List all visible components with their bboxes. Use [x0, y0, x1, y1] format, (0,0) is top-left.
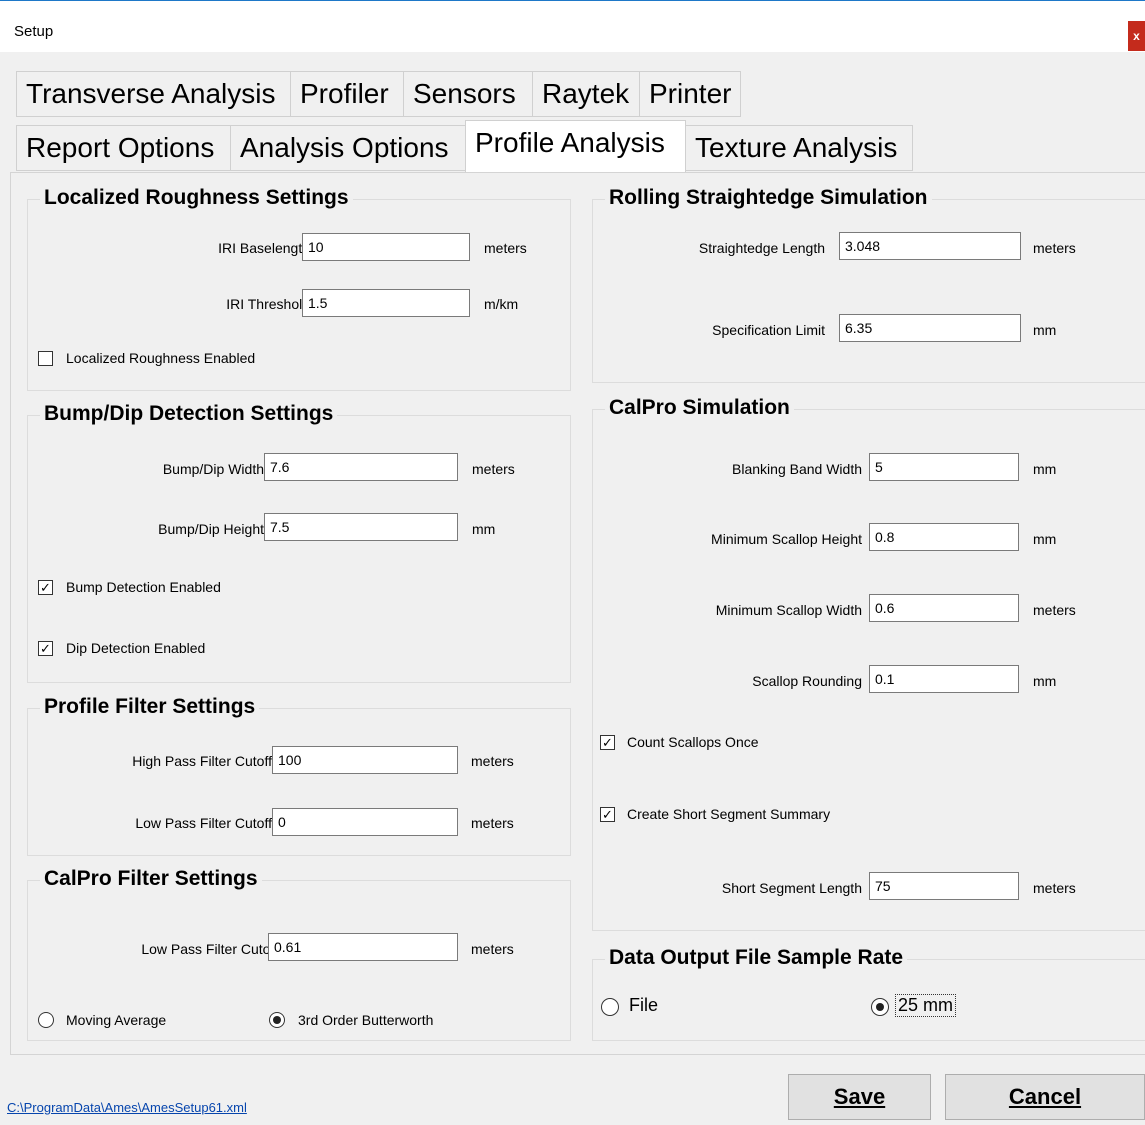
straightedge-length-unit: meters [1033, 240, 1076, 256]
calpro-low-pass-unit: meters [471, 941, 514, 957]
blanking-band-label: Blanking Band Width [732, 461, 862, 477]
check-icon: ✓ [602, 807, 613, 822]
dip-detection-label: Dip Detection Enabled [66, 640, 206, 656]
dip-detection-checkbox[interactable]: ✓ [38, 641, 53, 656]
calpro-low-pass-label: Low Pass Filter Cutoff [141, 941, 278, 957]
high-pass-input[interactable]: 100 [272, 746, 458, 774]
iri-baselength-input[interactable]: 10 [302, 233, 470, 261]
group-title: CalPro Simulation [605, 396, 794, 420]
tab-sensors[interactable]: Sensors [403, 71, 533, 117]
bump-dip-width-input[interactable]: 7.6 [264, 453, 458, 481]
tab-strip: Transverse Analysis Profiler Sensors Ray… [0, 52, 1145, 174]
setup-file-path-link[interactable]: C:\ProgramData\Ames\AmesSetup61.xml [7, 1100, 247, 1115]
low-pass-input[interactable]: 0 [272, 808, 458, 836]
file-radio[interactable] [601, 998, 619, 1016]
group-title: Data Output File Sample Rate [605, 946, 908, 970]
tab-analysis-options[interactable]: Analysis Options [230, 125, 466, 171]
straightedge-length-label: Straightedge Length [698, 240, 825, 256]
tab-printer[interactable]: Printer [639, 71, 741, 117]
tab-raytek[interactable]: Raytek [532, 71, 640, 117]
bump-dip-height-label: Bump/Dip Height [158, 521, 264, 537]
check-icon: ✓ [40, 641, 51, 656]
butterworth-label: 3rd Order Butterworth [298, 1012, 434, 1028]
iri-baselength-label: IRI Baselength [218, 240, 310, 256]
calpro-simulation-group: CalPro Simulation Blanking Band Width 5 … [592, 396, 1145, 931]
min-scallop-width-unit: meters [1033, 602, 1076, 618]
min-scallop-width-label: Minimum Scallop Width [715, 602, 862, 618]
min-scallop-height-input[interactable]: 0.8 [869, 523, 1019, 551]
spec-limit-unit: mm [1033, 322, 1057, 338]
localized-roughness-label: Localized Roughness Enabled [66, 350, 256, 366]
file-radio-label: File [629, 995, 659, 1015]
close-icon: x [1133, 29, 1140, 43]
group-title: Localized Roughness Settings [40, 186, 353, 210]
localized-roughness-group: Localized Roughness Settings IRI Baselen… [27, 186, 571, 391]
short-segment-length-input[interactable]: 75 [869, 872, 1019, 900]
mm-radio-label: 25 mm [895, 994, 957, 1017]
bump-dip-width-unit: meters [472, 461, 515, 477]
tab-profile-analysis[interactable]: Profile Analysis [465, 120, 686, 172]
group-title: Profile Filter Settings [40, 695, 260, 719]
high-pass-label: High Pass Filter Cutoff [132, 753, 272, 769]
tab-report-options[interactable]: Report Options [16, 125, 231, 171]
check-icon: ✓ [602, 735, 613, 750]
group-title: Rolling Straightedge Simulation [605, 186, 932, 210]
localized-roughness-checkbox[interactable] [38, 351, 53, 366]
cancel-label: Cancel [1008, 1084, 1082, 1109]
min-scallop-width-input[interactable]: 0.6 [869, 594, 1019, 622]
scallop-rounding-label: Scallop Rounding [752, 673, 862, 689]
blanking-band-input[interactable]: 5 [869, 453, 1019, 481]
count-scallops-checkbox[interactable]: ✓ [600, 735, 615, 750]
iri-baselength-unit: meters [484, 240, 527, 256]
bump-dip-width-label: Bump/Dip Width [162, 461, 264, 477]
iri-threshold-input[interactable]: 1.5 [302, 289, 470, 317]
tab-transverse-analysis[interactable]: Transverse Analysis [16, 71, 291, 117]
cancel-button[interactable]: Cancel [945, 1074, 1145, 1120]
spec-limit-input[interactable]: 6.35 [839, 314, 1021, 342]
min-scallop-height-label: Minimum Scallop Height [711, 531, 862, 547]
short-segment-length-label: Short Segment Length [721, 880, 862, 896]
window-title: Setup [14, 23, 54, 40]
tab-profiler[interactable]: Profiler [290, 71, 404, 117]
profile-analysis-panel: Localized Roughness Settings IRI Baselen… [10, 172, 1145, 1055]
check-icon: ✓ [40, 580, 51, 595]
short-segment-length-unit: meters [1033, 880, 1076, 896]
sample-rate-group: Data Output File Sample Rate File 25 mm [592, 946, 1145, 1041]
low-pass-label: Low Pass Filter Cutoff [135, 815, 272, 831]
group-title: CalPro Filter Settings [40, 867, 262, 891]
iri-threshold-label: IRI Threshold [226, 296, 310, 312]
moving-average-label: Moving Average [66, 1012, 167, 1028]
scallop-rounding-unit: mm [1033, 673, 1057, 689]
group-title: Bump/Dip Detection Settings [40, 402, 338, 426]
tab-texture-analysis[interactable]: Texture Analysis [685, 125, 913, 171]
blanking-band-unit: mm [1033, 461, 1057, 477]
rolling-straightedge-group: Rolling Straightedge Simulation Straight… [592, 186, 1145, 383]
iri-threshold-unit: m/km [484, 296, 519, 312]
calpro-low-pass-input[interactable]: 0.61 [268, 933, 458, 961]
moving-average-radio[interactable] [38, 1012, 54, 1028]
bump-detection-checkbox[interactable]: ✓ [38, 580, 53, 595]
bump-dip-height-unit: mm [472, 521, 496, 537]
straightedge-length-input[interactable]: 3.048 [839, 232, 1021, 260]
close-button[interactable]: x [1128, 21, 1145, 51]
short-segment-summary-label: Create Short Segment Summary [627, 806, 831, 822]
low-pass-unit: meters [471, 815, 514, 831]
save-label: Save [833, 1084, 886, 1109]
profile-filter-group: Profile Filter Settings High Pass Filter… [27, 695, 571, 856]
min-scallop-height-unit: mm [1033, 531, 1057, 547]
high-pass-unit: meters [471, 753, 514, 769]
calpro-filter-group: CalPro Filter Settings Low Pass Filter C… [27, 867, 571, 1041]
save-button[interactable]: Save [788, 1074, 931, 1120]
bump-dip-group: Bump/Dip Detection Settings Bump/Dip Wid… [27, 402, 571, 683]
spec-limit-label: Specification Limit [712, 322, 825, 338]
mm-radio[interactable] [871, 998, 889, 1016]
bump-dip-height-input[interactable]: 7.5 [264, 513, 458, 541]
title-bar: Setup x [0, 0, 1145, 52]
butterworth-radio[interactable] [269, 1012, 285, 1028]
short-segment-summary-checkbox[interactable]: ✓ [600, 807, 615, 822]
bump-detection-label: Bump Detection Enabled [66, 579, 221, 595]
scallop-rounding-input[interactable]: 0.1 [869, 665, 1019, 693]
count-scallops-label: Count Scallops Once [627, 734, 759, 750]
